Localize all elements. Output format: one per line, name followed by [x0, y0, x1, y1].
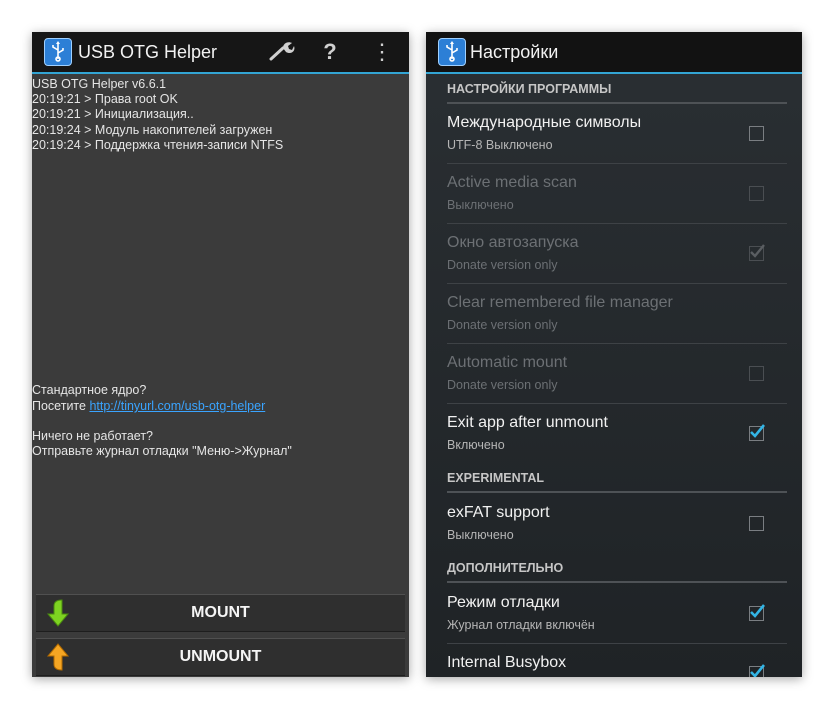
setting-exfat-support[interactable]: exFAT support Выключено — [447, 494, 787, 553]
log-line: 20:19:21 > Инициализация.. — [32, 107, 194, 122]
checkbox[interactable] — [749, 604, 766, 621]
checkmark-icon — [750, 424, 766, 438]
setting-internal-busybox[interactable]: Internal Busybox — [447, 644, 787, 677]
log-line: 20:19:24 > Модуль накопителей загружен — [32, 122, 273, 137]
section-header-experimental: EXPERIMENTAL — [447, 465, 787, 493]
setting-summary: Выключено — [447, 198, 514, 212]
checkmark-icon — [750, 244, 765, 258]
setting-summary: Журнал отладки включён — [447, 618, 595, 632]
setting-title: Internal Busybox — [447, 654, 567, 671]
setting-active-media-scan: Active media scan Выключено — [447, 164, 787, 224]
setting-summary: Donate version only — [447, 318, 558, 332]
help-icon[interactable]: ? — [318, 40, 342, 64]
app-title: USB OTG Helper — [78, 42, 218, 62]
setting-summary: Donate version only — [447, 378, 558, 392]
checkbox — [749, 244, 765, 261]
setting-exit-after-unmount[interactable]: Exit app after unmount Включено — [447, 404, 787, 463]
checkbox — [749, 366, 764, 381]
mount-button[interactable]: MOUNT — [36, 594, 405, 632]
section-header-app-settings: НАСТРОЙКИ ПРОГРАММЫ — [447, 76, 787, 104]
setting-autorun-window: Окно автозапуска Donate version only — [447, 224, 787, 284]
help-link[interactable]: http://tinyurl.com/usb-otg-helper — [89, 399, 265, 413]
setting-title: Clear remembered file manager — [447, 294, 673, 311]
setting-summary: Donate version only — [447, 258, 558, 272]
checkbox[interactable] — [749, 664, 766, 677]
setting-clear-file-manager: Clear remembered file manager Donate ver… — [447, 284, 787, 344]
action-bar: USB OTG Helper ? ⋮ — [32, 32, 409, 74]
wrench-icon[interactable] — [266, 40, 298, 67]
setting-summary: UTF-8 Выключено — [447, 138, 553, 152]
checkbox[interactable] — [749, 126, 764, 141]
log-output: USB OTG Helper v6.6.1 20:19:21 > Права r… — [32, 77, 283, 153]
settings-action-bar: Настройки — [426, 32, 802, 74]
section-header-label: НАСТРОЙКИ ПРОГРАММЫ — [447, 82, 612, 96]
setting-title: Active media scan — [447, 174, 577, 191]
log-line: 20:19:21 > Права root OK — [32, 92, 178, 107]
section-header-additional: ДОПОЛНИТЕЛЬНО — [447, 555, 787, 583]
setting-title: Окно автозапуска — [447, 234, 579, 251]
checkbox — [749, 186, 764, 201]
visit-label: Посетите — [32, 399, 90, 413]
usb-otg-helper-screen: USB OTG Helper ? ⋮ USB OTG Helper v6.6.1… — [32, 32, 409, 677]
setting-debug-mode[interactable]: Режим отладки Журнал отладки включён — [447, 584, 787, 644]
setting-title: Automatic mount — [447, 354, 568, 371]
unmount-button[interactable]: UNMOUNT — [36, 638, 405, 676]
setting-summary: Выключено — [447, 528, 514, 542]
setting-automatic-mount: Automatic mount Donate version only — [447, 344, 787, 404]
usb-app-icon — [44, 38, 72, 66]
setting-summary: Включено — [447, 438, 505, 452]
mount-label: MOUNT — [191, 604, 250, 621]
settings-screen: Настройки НАСТРОЙКИ ПРОГРАММЫ Международ… — [426, 32, 802, 677]
section-header-label: EXPERIMENTAL — [447, 471, 544, 485]
checkmark-icon — [750, 664, 766, 677]
setting-title: Международные символы — [447, 114, 642, 131]
setting-title: Exit app after unmount — [447, 414, 608, 431]
overflow-menu-icon[interactable]: ⋮ — [370, 40, 394, 64]
checkmark-icon — [750, 604, 766, 618]
setting-international-chars[interactable]: Международные символы UTF-8 Выключено — [447, 104, 787, 164]
log-line: USB OTG Helper v6.6.1 — [32, 77, 167, 91]
kernel-question: Стандартное ядро? — [32, 383, 147, 397]
usb-app-icon — [438, 38, 466, 66]
unmount-label: UNMOUNT — [179, 648, 262, 665]
visit-line: Посетите http://tinyurl.com/usb-otg-help… — [32, 399, 265, 414]
settings-title: Настройки — [470, 42, 559, 62]
section-header-label: ДОПОЛНИТЕЛЬНО — [447, 561, 564, 575]
log-line: 20:19:24 > Поддержка чтения-записи NTFS — [32, 137, 284, 152]
setting-title: exFAT support — [447, 504, 550, 521]
not-working-question: Ничего не работает? — [32, 429, 154, 443]
checkbox[interactable] — [749, 424, 766, 441]
setting-title: Режим отладки — [447, 594, 560, 611]
send-log-hint: Отправьте журнал отладки "Меню->Журнал" — [32, 444, 292, 458]
checkbox[interactable] — [749, 516, 764, 531]
